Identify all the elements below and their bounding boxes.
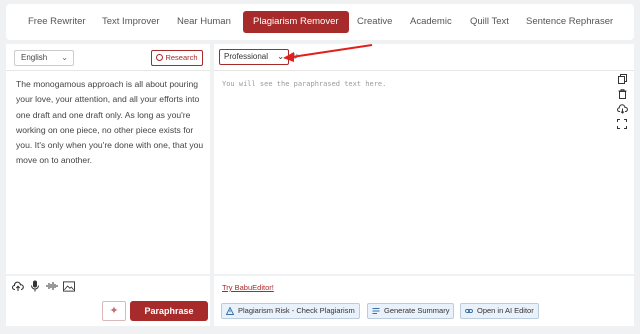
cloud-download-icon[interactable] [616,104,628,114]
alert-icon [226,307,234,315]
refresh-icon[interactable]: ↻ [291,51,299,62]
link-icon [465,309,473,313]
check-plagiarism-button[interactable]: Plagiarism Risk - Check Plagiarism [221,303,360,319]
try-babueditor-link[interactable]: Try BabuEditor! [222,283,274,292]
tab-academic[interactable]: Academic [410,11,452,33]
language-value: English [21,53,48,62]
style-select[interactable]: Professional ⌄ [219,49,289,65]
open-ai-editor-label: Open in AI Editor [477,306,534,315]
paraphrase-button[interactable]: Paraphrase [130,301,208,321]
audio-wave-icon[interactable] [46,280,58,292]
open-ai-editor-button[interactable]: Open in AI Editor [460,303,539,319]
microphone-icon[interactable] [29,280,41,292]
chevron-down-icon: ⌄ [277,52,284,61]
output-panel: Professional ⌄ ↻ You will see the paraph… [214,44,634,274]
check-plagiarism-label: Plagiarism Risk - Check Plagiarism [238,306,355,315]
tab-near-human[interactable]: Near Human [177,11,231,33]
input-toolbar: ✦ Paraphrase [6,276,210,326]
tab-plagiarism-remover[interactable]: Plagiarism Remover [243,11,349,33]
output-placeholder: You will see the paraphrased text here. [222,80,387,88]
generate-summary-button[interactable]: Generate Summary [367,303,455,319]
tab-free-rewriter[interactable]: Free Rewriter [28,11,86,33]
fullscreen-icon[interactable] [617,119,627,129]
tab-creative[interactable]: Creative [357,11,392,33]
globe-icon [156,54,164,61]
research-button[interactable]: Research [151,50,203,66]
cloud-upload-icon[interactable] [12,280,24,292]
research-label: Research [165,53,198,62]
generate-summary-label: Generate Summary [384,306,450,315]
tab-quill-text[interactable]: Quill Text [470,11,509,33]
copy-icon[interactable] [617,74,627,84]
language-select[interactable]: English ⌄ [14,50,74,66]
trash-icon[interactable] [618,89,627,99]
paraphraser-app: Free Rewriter Text Improver Near Human P… [0,0,640,334]
chevron-down-icon: ⌄ [61,53,68,62]
tab-sentence-rephraser[interactable]: Sentence Rephraser [526,11,613,33]
mode-tabs-bar: Free Rewriter Text Improver Near Human P… [6,4,634,40]
tab-text-improver[interactable]: Text Improver [102,11,160,33]
input-tool-icons [12,280,75,292]
input-textarea[interactable]: The monogamous approach is all about pou… [16,77,204,169]
input-panel: English ⌄ Research The monogamous approa… [6,44,210,274]
divider [6,70,210,71]
image-icon[interactable] [63,280,75,292]
magic-wand-icon: ✦ [109,305,119,317]
style-value: Professional [224,52,269,61]
divider [214,70,634,71]
output-toolbar: Try BabuEditor! Plagiarism Risk - Check … [214,276,634,326]
summary-icon [372,308,380,314]
magic-wand-button[interactable]: ✦ [102,301,126,321]
output-actions [616,74,628,129]
